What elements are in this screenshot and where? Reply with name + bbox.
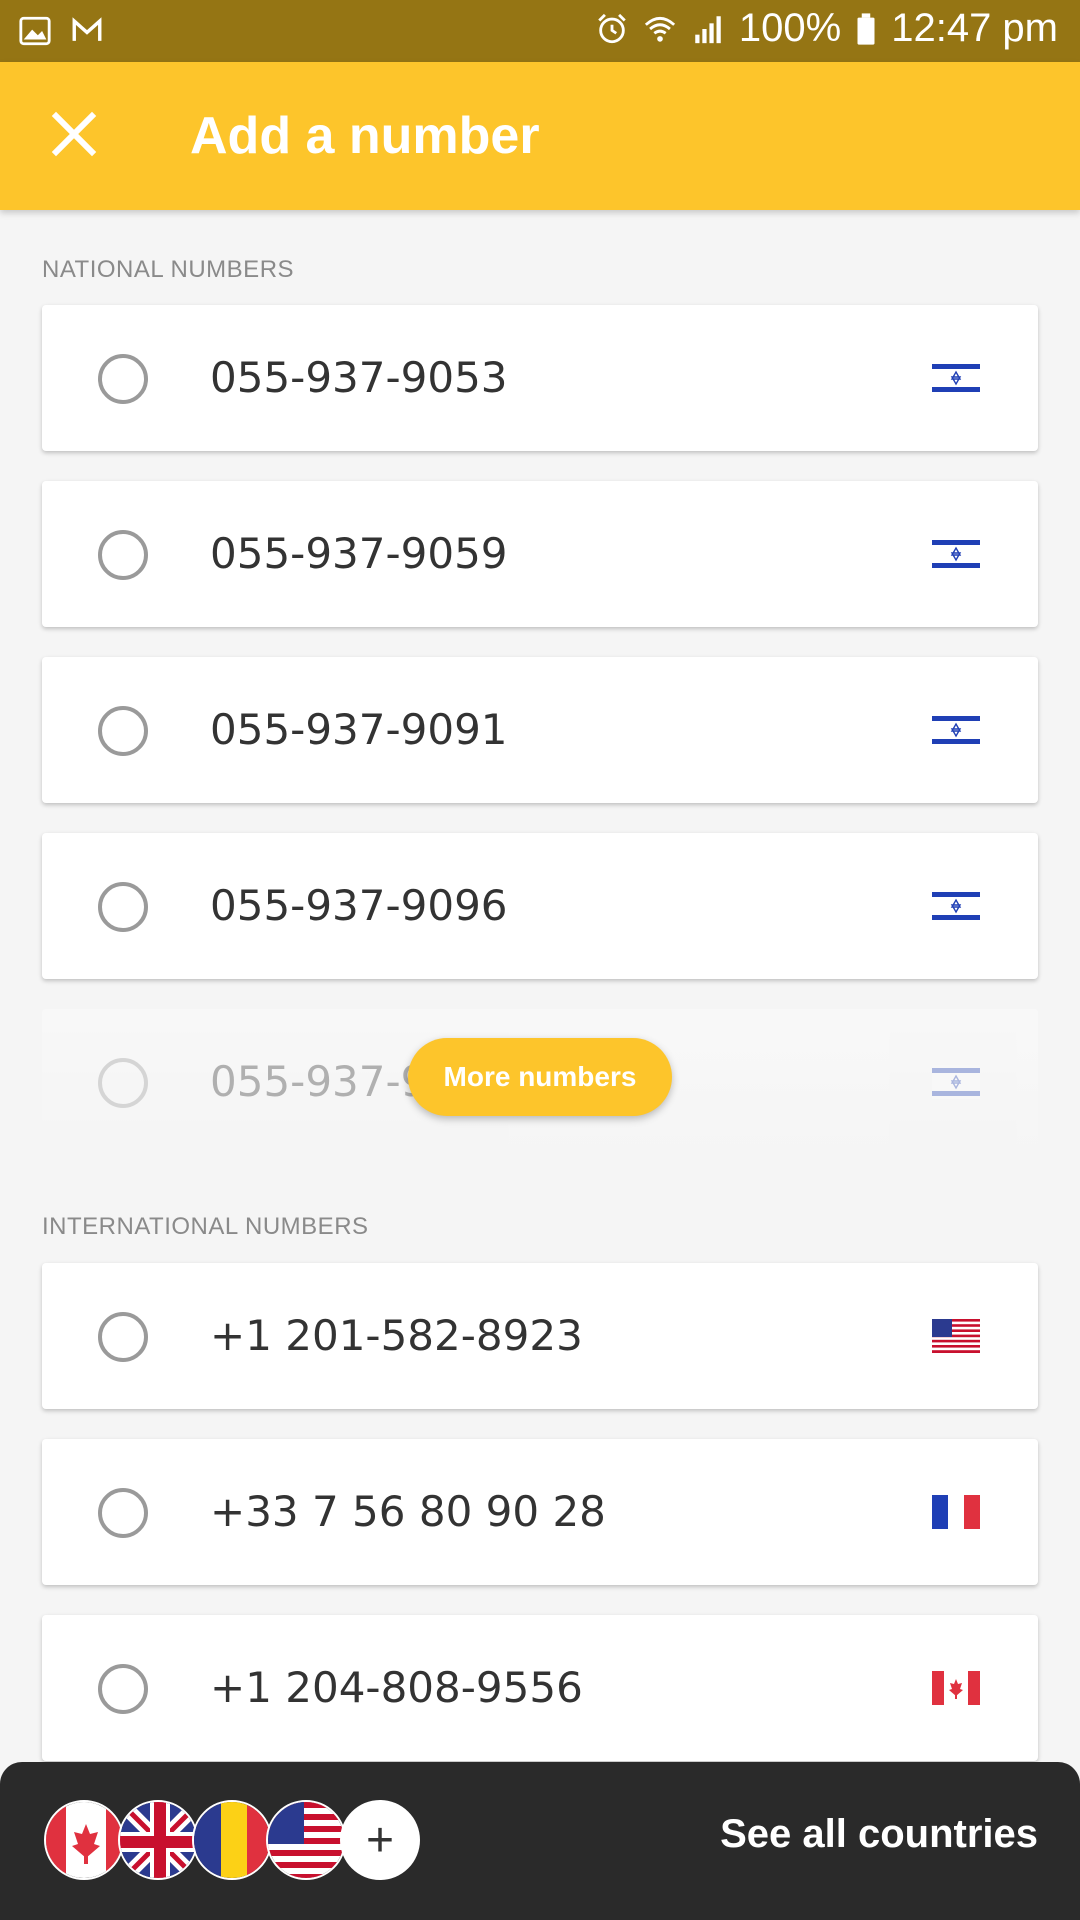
close-icon[interactable] [42, 102, 106, 166]
plus-icon[interactable]: + [340, 1800, 420, 1880]
app-bar: Add a number [0, 62, 1080, 210]
canada-flag-icon[interactable] [44, 1800, 124, 1880]
phone-number: 055-937-9 [210, 1057, 428, 1106]
clock: 12:47 pm [891, 6, 1058, 50]
radio-button[interactable] [98, 706, 148, 756]
usa-flag-icon[interactable] [266, 1800, 346, 1880]
number-option[interactable]: 055-937-9053 [42, 305, 1038, 451]
phone-number: +1 201-582-8923 [210, 1311, 583, 1360]
israel-flag-icon [932, 1065, 980, 1099]
gmail-icon [72, 17, 102, 41]
phone-number: 055-937-9096 [210, 881, 508, 930]
france-flag-icon [932, 1495, 980, 1529]
number-option[interactable]: +1 201-582-8923 [42, 1263, 1038, 1409]
radio-button[interactable] [98, 882, 148, 932]
phone-number: 055-937-9053 [210, 353, 508, 402]
signal-icon [695, 15, 721, 43]
alarm-icon [598, 13, 626, 43]
radio-button[interactable] [98, 530, 148, 580]
usa-flag-icon [932, 1319, 980, 1353]
radio-button[interactable] [98, 354, 148, 404]
israel-flag-icon [932, 713, 980, 747]
phone-number: +1 204-808-9556 [210, 1663, 583, 1712]
phone-number: 055-937-9091 [210, 705, 508, 754]
radio-button[interactable] [98, 1312, 148, 1362]
bottom-country-bar: + See all countries [0, 1762, 1080, 1920]
page-title: Add a number [190, 107, 540, 165]
number-option[interactable]: 055-937-9059 [42, 481, 1038, 627]
radio-button[interactable] [98, 1664, 148, 1714]
more-numbers-button[interactable]: More numbers [408, 1038, 672, 1116]
number-option[interactable]: 055-937-9091 [42, 657, 1038, 803]
canada-flag-icon [932, 1671, 980, 1705]
radio-button[interactable] [98, 1058, 148, 1108]
wifi-icon [644, 16, 676, 42]
section-label-international: INTERNATIONAL NUMBERS [42, 1213, 369, 1240]
israel-flag-icon [932, 537, 980, 571]
gallery-icon [19, 16, 51, 46]
battery-percent: 100% [738, 6, 842, 50]
number-option[interactable]: 055-937-9096 [42, 833, 1038, 979]
phone-number: 055-937-9059 [210, 529, 508, 578]
battery-icon [857, 12, 875, 45]
number-option[interactable]: +1 204-808-9556 [42, 1615, 1038, 1761]
see-all-countries-link[interactable]: See all countries [720, 1812, 1038, 1857]
israel-flag-icon [932, 361, 980, 395]
status-bar: 100% 12:47 pm [0, 0, 1080, 62]
romania-flag-icon[interactable] [192, 1800, 272, 1880]
section-label-national: NATIONAL NUMBERS [42, 256, 295, 283]
number-option[interactable]: +33 7 56 80 90 28 [42, 1439, 1038, 1585]
israel-flag-icon [932, 889, 980, 923]
phone-number: +33 7 56 80 90 28 [210, 1487, 606, 1536]
country-flags[interactable]: + [44, 1800, 424, 1884]
radio-button[interactable] [98, 1488, 148, 1538]
uk-flag-icon[interactable] [118, 1800, 198, 1880]
